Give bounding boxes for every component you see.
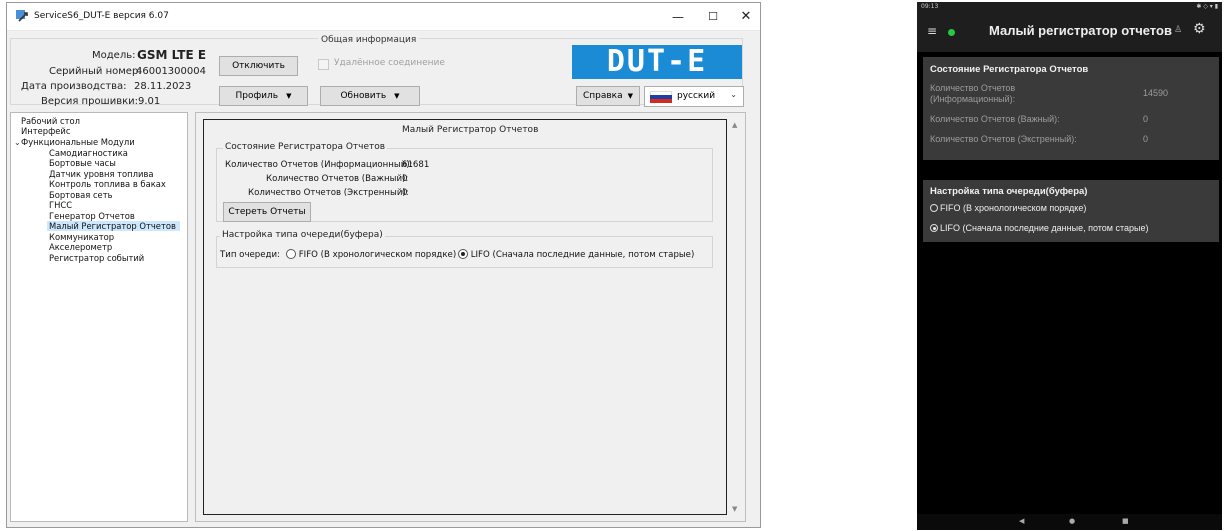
radio-unchecked-icon: [286, 249, 296, 259]
title-bar: ServiceS6_DUT-E версия 6.07 — ☐ ✕: [7, 3, 760, 31]
tree-item-small-report-recorder[interactable]: Малый Регистратор Отчетов: [47, 221, 180, 231]
tree-item-event-recorder[interactable]: Регистратор событий: [49, 253, 144, 263]
menu-icon[interactable]: ≡: [927, 24, 937, 38]
phone-queue-card: Настройка типа очереди(буфера) FIFO (В х…: [923, 180, 1219, 242]
erase-reports-button[interactable]: Стереть Отчеты: [223, 202, 311, 222]
language-select[interactable]: русский ⌄: [644, 86, 744, 107]
queue-type-label: Тип очереди:: [220, 250, 280, 260]
dut-e-logo: DUT-E: [572, 45, 742, 79]
tree-item-gnss[interactable]: ГНСС: [49, 200, 72, 210]
back-icon[interactable]: ◀: [1019, 517, 1024, 525]
vertical-scrollbar[interactable]: ▲ ▼: [730, 119, 742, 515]
firmware-label: Версия прошивки:: [41, 96, 139, 107]
firmware-value: 9.01: [138, 96, 161, 107]
phone-info-label: Количество Отчетов (Информационный):: [930, 83, 1016, 104]
phone-state-card: Состояние Регистратора Отчетов Количеств…: [923, 57, 1219, 160]
user-icon[interactable]: ♙: [1174, 25, 1182, 35]
phone-state-heading: Состояние Регистратора Отчетов: [930, 64, 1089, 75]
gear-icon[interactable]: ⚙: [1193, 21, 1206, 37]
tree-item-onboard-network[interactable]: Бортовая сеть: [49, 190, 113, 200]
russian-flag-icon: [650, 91, 672, 103]
queue-type-title: Настройка типа очереди(буфера): [220, 230, 385, 240]
status-bar: 09:13 ✱ ◇ ▾ ▮: [917, 2, 1222, 12]
remote-connection-checkbox[interactable]: [318, 59, 329, 70]
phone-important-value: 0: [1143, 114, 1149, 124]
radio-unchecked-icon: [930, 204, 938, 212]
tree-item-interface[interactable]: Интерфейс: [21, 126, 70, 136]
tree-item-self-diagnostics[interactable]: Самодиагностика: [49, 148, 128, 158]
tree-item-fuel-level-sensor[interactable]: Датчик уровня топлива: [49, 169, 154, 179]
app-bar: ≡ Малый регистратор отчетов ♙ ⚙: [917, 12, 1222, 52]
disconnect-button[interactable]: Отключить: [219, 56, 298, 76]
phone-screen: 09:13 ✱ ◇ ▾ ▮ ≡ Малый регистратор отчето…: [917, 2, 1222, 530]
help-dropdown[interactable]: Справка ▼: [576, 86, 640, 106]
tree-item-accelerometer[interactable]: Акселерометр: [49, 242, 112, 252]
phone-info-value: 14590: [1143, 88, 1169, 98]
tree-item-onboard-clock[interactable]: Бортовые часы: [49, 158, 116, 168]
language-value: русский: [677, 91, 716, 101]
important-reports-label: Количество Отчетов (Важный):: [266, 174, 409, 184]
expand-chevron-icon[interactable]: ⌄: [14, 138, 21, 147]
panel-title: Малый Регистратор Отчетов: [402, 125, 539, 135]
recorder-state-title: Состояние Регистратора Отчетов: [223, 142, 388, 152]
important-reports-value: 0: [402, 174, 408, 184]
emergency-reports-label: Количество Отчетов (Экстренный):: [248, 188, 409, 198]
radio-checked-icon: [458, 249, 468, 259]
phone-emergency-value: 0: [1143, 134, 1149, 144]
emergency-reports-value: 0: [402, 188, 408, 198]
tree-item-functional-modules[interactable]: Функциональные Модули: [21, 137, 135, 147]
model-label: Модель:: [92, 50, 136, 61]
tree-item-desktop[interactable]: Рабочий стол: [21, 116, 80, 126]
home-icon[interactable]: ●: [1069, 517, 1075, 525]
model-value: GSM LTE E: [137, 48, 207, 62]
navigation-bar: ◀ ● ■: [917, 514, 1222, 530]
radio-checked-icon: [930, 224, 938, 232]
manufacture-date-value: 28.11.2023: [134, 81, 192, 92]
chevron-down-icon: ⌄: [730, 90, 737, 99]
tree-item-tank-fuel-control[interactable]: Контроль топлива в баках: [49, 179, 166, 189]
lifo-radio[interactable]: LIFO (Сначала последние данные, потом ст…: [458, 249, 694, 260]
remote-connection-label: Удалённое соединение: [334, 58, 445, 68]
connection-status-dot: [948, 29, 955, 36]
minimize-button[interactable]: —: [667, 7, 689, 27]
profile-dropdown[interactable]: Профиль ▼: [219, 86, 308, 106]
phone-fifo-radio[interactable]: FIFO (В хронологическом порядке): [930, 203, 1086, 213]
scroll-down-icon[interactable]: ▼: [732, 505, 737, 513]
phone-page-title: Малый регистратор отчетов: [989, 23, 1172, 38]
recents-icon[interactable]: ■: [1122, 517, 1129, 525]
window-title: ServiceS6_DUT-E версия 6.07: [34, 11, 169, 21]
chevron-down-icon: ▼: [394, 92, 400, 100]
status-time: 09:13: [921, 3, 939, 10]
info-reports-label: Количество Отчетов (Информационный):: [225, 160, 413, 170]
phone-important-label: Количество Отчетов (Важный):: [930, 114, 1060, 124]
tree-item-communicator[interactable]: Коммуникатор: [49, 232, 114, 242]
navigation-tree: ⌄ Рабочий стол Интерфейс Функциональные …: [10, 112, 188, 522]
scroll-up-icon[interactable]: ▲: [732, 121, 737, 129]
maximize-button[interactable]: ☐: [702, 7, 724, 27]
fifo-radio[interactable]: FIFO (В хронологическом порядке): [286, 249, 456, 260]
manufacture-date-label: Дата производства:: [21, 81, 127, 92]
serial-value: 46001300004: [136, 66, 206, 77]
status-icons: ✱ ◇ ▾ ▮: [1196, 3, 1218, 10]
close-button[interactable]: ✕: [735, 7, 757, 27]
refresh-dropdown[interactable]: Обновить ▼: [320, 86, 420, 106]
phone-emergency-label: Количество Отчетов (Экстренный):: [930, 134, 1077, 144]
chevron-down-icon: ▼: [627, 92, 634, 100]
info-reports-value: 61681: [402, 160, 430, 170]
phone-queue-heading: Настройка типа очереди(буфера): [930, 186, 1088, 197]
serial-label: Серийный номер:: [49, 66, 142, 77]
chevron-down-icon: ▼: [286, 92, 292, 100]
tree-item-report-generator[interactable]: Генератор Отчетов: [49, 211, 135, 221]
general-info-legend: Общая информация: [318, 35, 420, 45]
app-icon: [16, 10, 28, 22]
phone-lifo-radio[interactable]: LIFO (Сначала последние данные, потом ст…: [930, 223, 1149, 233]
